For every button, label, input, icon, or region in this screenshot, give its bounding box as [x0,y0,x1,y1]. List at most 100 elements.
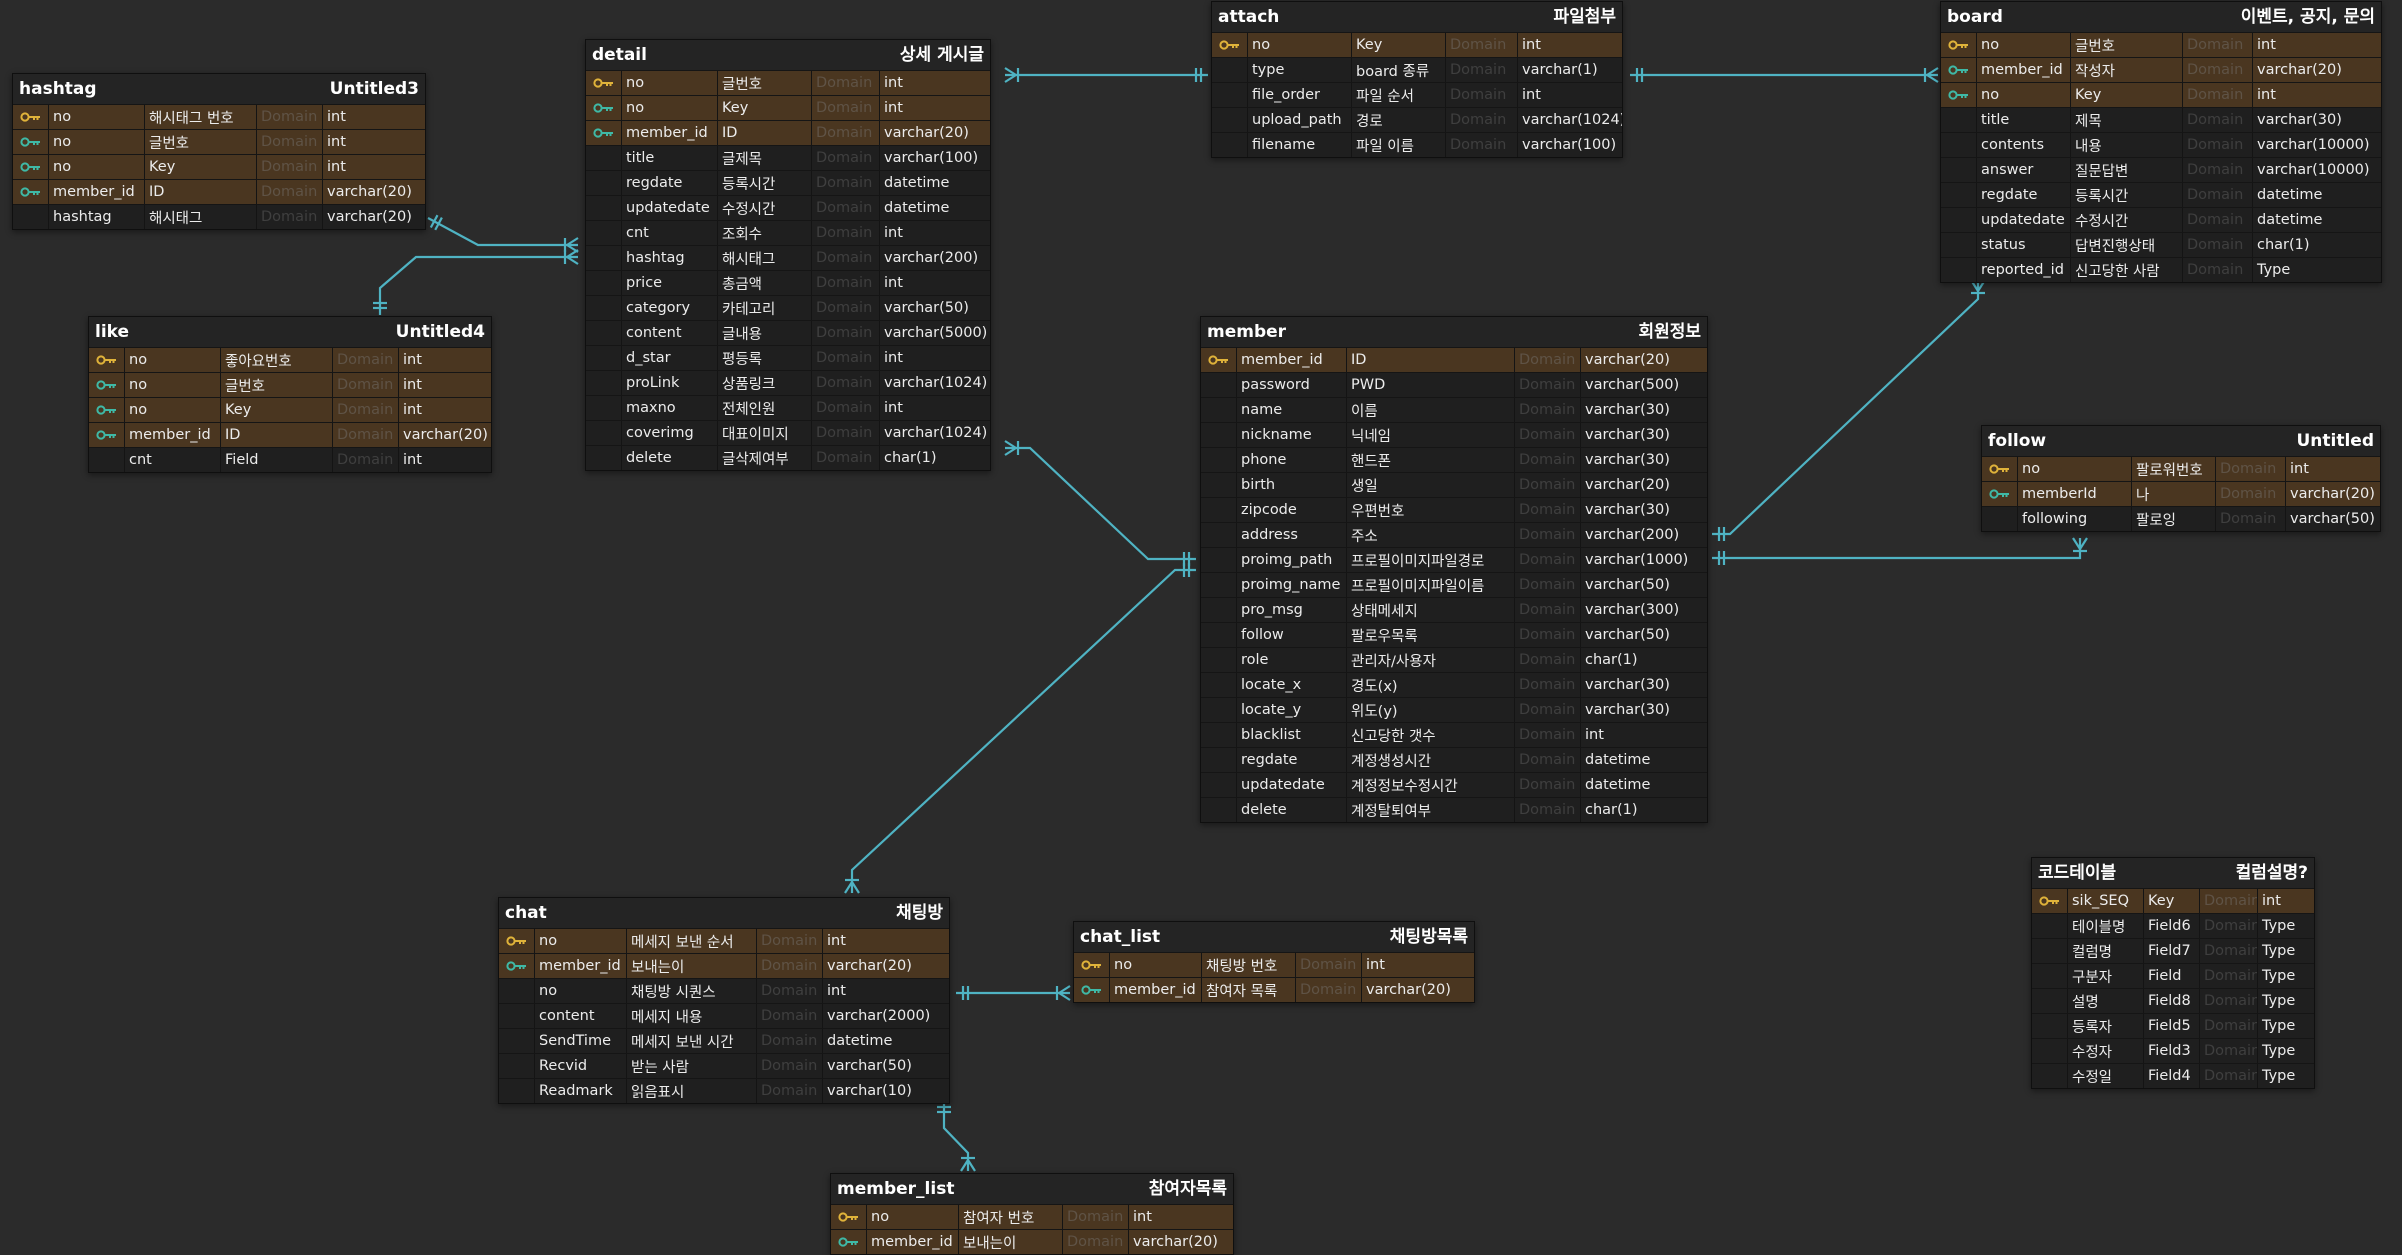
link-detail-attach[interactable] [1004,67,1208,83]
column-row[interactable]: address 주소 Domain varchar(200) [1201,522,1707,547]
column-row[interactable]: cnt Field Domain int [89,447,491,472]
column-row[interactable]: SendTime 메세지 보낸 시간 Domain datetime [499,1028,949,1053]
column-row[interactable]: answer 질문답변 Domain varchar(10000) [1941,157,2381,182]
column-row[interactable]: follow 팔로우목록 Domain varchar(50) [1201,622,1707,647]
table-attach[interactable]: attach 파일첨부 no Key Domain int type board 종류 Doma… [1211,1,1623,158]
column-row[interactable]: hashtag 해시태그 Domain varchar(20) [13,204,425,229]
column-row[interactable]: member_id 보내는이 Domain varchar(20) [831,1229,1233,1254]
table-header[interactable]: detail 상세 게시글 [586,40,990,70]
table-header[interactable]: follow Untitled [1982,426,2380,456]
column-row[interactable]: no Key Domain int [89,397,491,422]
link-detail-member[interactable] [1004,440,1196,566]
column-row[interactable]: delete 계정탈퇴여부 Domain char(1) [1201,797,1707,822]
column-row[interactable]: no 글번호 Domain int [1941,32,2381,57]
column-row[interactable]: no 팔로워번호 Domain int [1982,456,2380,481]
column-row[interactable]: no 해시태그 번호 Domain int [13,104,425,129]
column-row[interactable]: reported_id 신고당한 사람 Domain Type [1941,257,2381,282]
column-row[interactable]: no 글번호 Domain int [586,70,990,95]
column-row[interactable]: locate_x 경도(x) Domain varchar(30) [1201,672,1707,697]
link-hashtag-detail[interactable] [427,214,579,253]
table-header[interactable]: like Untitled4 [89,317,491,347]
column-row[interactable]: maxno 전체인원 Domain int [586,395,990,420]
column-row[interactable]: sik_SEQ Key Domain int [2032,888,2314,913]
table-chat_list[interactable]: chat_list 채팅방목록 no 채팅방 번호 Domain int member_id… [1073,921,1475,1003]
column-row[interactable]: proimg_name 프로필이미지파일이름 Domain varchar(50) [1201,572,1707,597]
column-row[interactable]: name 이름 Domain varchar(30) [1201,397,1707,422]
table-header[interactable]: 코드테이블 컬럼설명? [2032,858,2314,888]
column-row[interactable]: memberId 나 Domain varchar(20) [1982,481,2380,506]
column-row[interactable]: member_id 참여자 목록 Domain varchar(20) [1074,977,1474,1002]
column-row[interactable]: no 참여자 번호 Domain int [831,1204,1233,1229]
column-row[interactable]: 컬럼명 Field7 Domain Type [2032,938,2314,963]
link-like-detail[interactable] [373,249,579,315]
column-row[interactable]: no 메세지 보낸 순서 Domain int [499,928,949,953]
link-chat-chatlist[interactable] [956,985,1071,1001]
column-row[interactable]: price 총금액 Domain int [586,270,990,295]
column-row[interactable]: no Key Domain int [13,154,425,179]
column-row[interactable]: d_star 평등록 Domain int [586,345,990,370]
table-hashtag[interactable]: hashtag Untitled3 no 해시태그 번호 Domain int no 글번호 D… [12,73,426,230]
link-attach-board[interactable] [1630,67,1939,83]
column-row[interactable]: 등록자 Field5 Domain Type [2032,1013,2314,1038]
column-row[interactable]: 구분자 Field Domain Type [2032,963,2314,988]
column-row[interactable]: password PWD Domain varchar(500) [1201,372,1707,397]
link-member-follow[interactable] [1712,537,2088,565]
link-chat-memberlist[interactable] [937,1100,976,1172]
table-like[interactable]: like Untitled4 no 좋아요번호 Domain int no 글번호 Domain… [88,316,492,473]
column-row[interactable]: regdate 등록시간 Domain datetime [586,170,990,195]
column-row[interactable]: proimg_path 프로필이미지파일경로 Domain varchar(1000) [1201,547,1707,572]
table-chat[interactable]: chat 채팅방 no 메세지 보낸 순서 Domain int member_id 보내는이… [498,897,950,1104]
column-row[interactable]: no 채팅방 시퀀스 Domain int [499,978,949,1003]
column-row[interactable]: pro_msg 상태메세지 Domain varchar(300) [1201,597,1707,622]
column-row[interactable]: title 글제목 Domain varchar(100) [586,145,990,170]
column-row[interactable]: no 글번호 Domain int [13,129,425,154]
column-row[interactable]: filename 파일 이름 Domain varchar(100) [1212,132,1622,157]
column-row[interactable]: phone 핸드폰 Domain varchar(30) [1201,447,1707,472]
column-row[interactable]: no Key Domain int [1941,82,2381,107]
column-row[interactable]: content 메세지 내용 Domain varchar(2000) [499,1003,949,1028]
table-header[interactable]: chat 채팅방 [499,898,949,928]
column-row[interactable]: member_id 작성자 Domain varchar(20) [1941,57,2381,82]
column-row[interactable]: no 좋아요번호 Domain int [89,347,491,372]
column-row[interactable]: file_order 파일 순서 Domain int [1212,82,1622,107]
table-header[interactable]: member 회원정보 [1201,317,1707,347]
table-codetable[interactable]: 코드테이블 컬럼설명? sik_SEQ Key Domain int 테이블명 Field6 D… [2031,857,2315,1089]
column-row[interactable]: title 제목 Domain varchar(30) [1941,107,2381,132]
column-row[interactable]: updatedate 계정정보수정시간 Domain datetime [1201,772,1707,797]
column-row[interactable]: no 글번호 Domain int [89,372,491,397]
column-row[interactable]: Readmark 읽음표시 Domain varchar(10) [499,1078,949,1103]
column-row[interactable]: regdate 등록시간 Domain datetime [1941,182,2381,207]
table-header[interactable]: hashtag Untitled3 [13,74,425,104]
column-row[interactable]: zipcode 우편번호 Domain varchar(30) [1201,497,1707,522]
table-header[interactable]: member_list 참여자목록 [831,1174,1233,1204]
column-row[interactable]: cnt 조회수 Domain int [586,220,990,245]
table-follow[interactable]: follow Untitled no 팔로워번호 Domain int memberId 나 D… [1981,425,2381,532]
column-row[interactable]: blacklist 신고당한 갯수 Domain int [1201,722,1707,747]
column-row[interactable]: role 관리자/사용자 Domain char(1) [1201,647,1707,672]
erd-canvas[interactable]: hashtag Untitled3 no 해시태그 번호 Domain int no 글번호 D… [0,0,2402,1255]
column-row[interactable]: hashtag 해시태그 Domain varchar(200) [586,245,990,270]
table-detail[interactable]: detail 상세 게시글 no 글번호 Domain int no Key Domain int… [585,39,991,471]
column-row[interactable]: content 글내용 Domain varchar(5000) [586,320,990,345]
column-row[interactable]: no 채팅방 번호 Domain int [1074,952,1474,977]
table-member_list[interactable]: member_list 참여자목록 no 참여자 번호 Domain int member_… [830,1173,1234,1255]
column-row[interactable]: 수정자 Field3 Domain Type [2032,1038,2314,1063]
link-chat-member[interactable] [844,563,1196,894]
column-row[interactable]: proLink 상품링크 Domain varchar(1024) [586,370,990,395]
column-row[interactable]: regdate 계정생성시간 Domain datetime [1201,747,1707,772]
column-row[interactable]: status 답변진행상태 Domain char(1) [1941,232,2381,257]
column-row[interactable]: upload_path 경로 Domain varchar(1024) [1212,107,1622,132]
column-row[interactable]: no Key Domain int [1212,32,1622,57]
column-row[interactable]: type board 종류 Domain varchar(1) [1212,57,1622,82]
column-row[interactable]: 설명 Field8 Domain Type [2032,988,2314,1013]
column-row[interactable]: category 카테고리 Domain varchar(50) [586,295,990,320]
column-row[interactable]: no Key Domain int [586,95,990,120]
table-board[interactable]: board 이벤트, 공지, 문의 no 글번호 Domain int member_id 작… [1940,1,2382,283]
column-row[interactable]: member_id ID Domain varchar(20) [13,179,425,204]
table-header[interactable]: attach 파일첨부 [1212,2,1622,32]
column-row[interactable]: nickname 닉네임 Domain varchar(30) [1201,422,1707,447]
column-row[interactable]: Recvid 받는 사람 Domain varchar(50) [499,1053,949,1078]
column-row[interactable]: coverimg 대표이미지 Domain varchar(1024) [586,420,990,445]
link-member-board[interactable] [1712,279,1986,541]
column-row[interactable]: member_id ID Domain varchar(20) [89,422,491,447]
